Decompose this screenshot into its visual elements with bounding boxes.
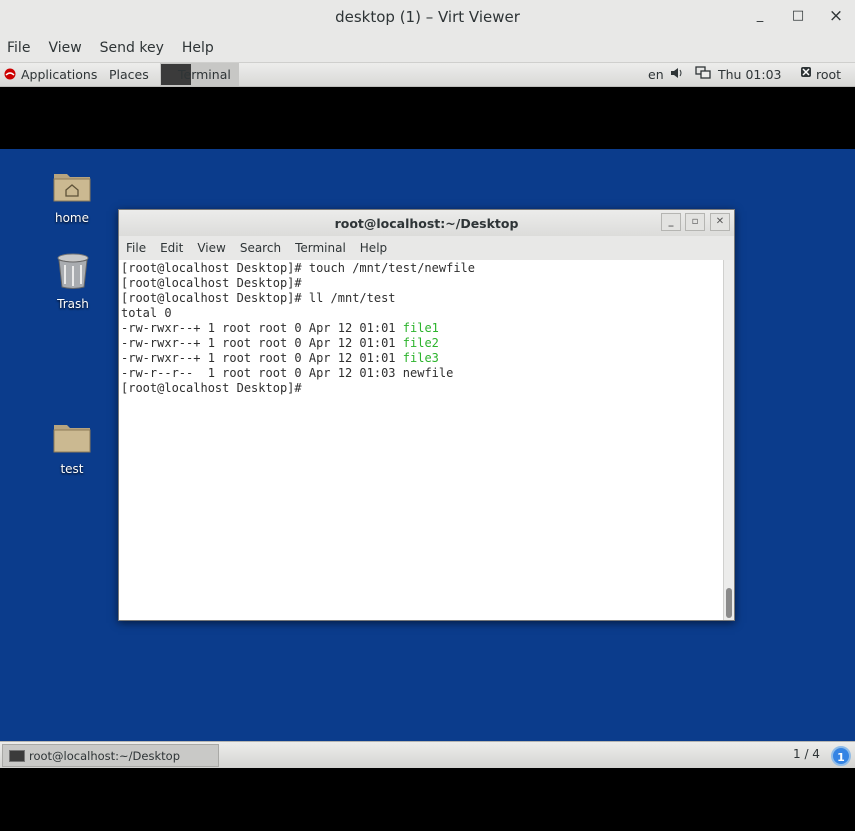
terminal-menu-search[interactable]: Search bbox=[240, 241, 281, 255]
applications-menu[interactable]: Applications bbox=[21, 67, 97, 82]
terminal-output[interactable]: [root@localhost Desktop]# touch /mnt/tes… bbox=[119, 260, 724, 620]
terminal-window-icon bbox=[9, 750, 25, 762]
file-listing-meta: -rw-rwxr--+ 1 root root 0 Apr 12 01:01 bbox=[121, 321, 403, 335]
menu-view[interactable]: View bbox=[48, 40, 81, 56]
terminal-menu-view[interactable]: View bbox=[197, 241, 225, 255]
desktop-icon-label: test bbox=[60, 462, 84, 476]
user-menu[interactable]: root bbox=[816, 67, 841, 82]
language-indicator[interactable]: en bbox=[648, 67, 664, 82]
terminal-line: -rw-rwxr--+ 1 root root 0 Apr 12 01:01 f… bbox=[121, 321, 722, 336]
terminal-titlebar[interactable]: root@localhost:~/Desktop _ ▫ ✕ bbox=[119, 210, 734, 236]
minimize-button[interactable]: _ bbox=[750, 6, 770, 26]
menu-send-key[interactable]: Send key bbox=[100, 40, 164, 56]
home-folder-icon bbox=[53, 174, 91, 202]
folder-icon bbox=[53, 425, 91, 453]
terminal-menu-help[interactable]: Help bbox=[360, 241, 387, 255]
applications-icon bbox=[4, 68, 16, 83]
terminal-window[interactable]: root@localhost:~/Desktop _ ▫ ✕ File Edit… bbox=[118, 209, 735, 621]
gnome-bottom-panel: root@localhost:~/Desktop 1 / 4 1 bbox=[0, 741, 855, 768]
terminal-minimize-button[interactable]: _ bbox=[661, 213, 681, 231]
file-listing-meta: -rw-rwxr--+ 1 root root 0 Apr 12 01:01 bbox=[121, 336, 403, 350]
desktop-icon-label: Trash bbox=[57, 297, 89, 311]
maximize-button[interactable]: □ bbox=[788, 6, 808, 26]
window-list-label: root@localhost:~/Desktop bbox=[29, 749, 180, 763]
workspace-indicator[interactable]: 1 / 4 bbox=[793, 747, 820, 761]
desktop-icon-label: home bbox=[54, 211, 90, 225]
window-title: desktop (1) – Virt Viewer bbox=[335, 7, 520, 26]
file-name: file2 bbox=[402, 336, 439, 350]
network-icon[interactable] bbox=[695, 66, 711, 83]
menu-help[interactable]: Help bbox=[182, 40, 214, 56]
user-icon bbox=[800, 66, 812, 81]
close-button[interactable]: × bbox=[826, 6, 846, 26]
taskbar-terminal-label: Terminal bbox=[178, 67, 231, 82]
terminal-line: [root@localhost Desktop]# bbox=[121, 276, 302, 290]
terminal-line: [root@localhost Desktop]# bbox=[121, 381, 302, 395]
file-name: file1 bbox=[402, 321, 439, 335]
terminal-line: -rw-rwxr--+ 1 root root 0 Apr 12 01:01 f… bbox=[121, 336, 722, 351]
terminal-line: -rw-r--r-- 1 root root 0 Apr 12 01:03 ne… bbox=[121, 366, 722, 381]
terminal-title: root@localhost:~/Desktop bbox=[334, 215, 519, 231]
terminal-close-button[interactable]: ✕ bbox=[710, 213, 730, 231]
terminal-line: total 0 bbox=[121, 306, 172, 320]
scrollbar-thumb[interactable] bbox=[726, 588, 732, 618]
terminal-menu-file[interactable]: File bbox=[126, 241, 146, 255]
terminal-line: -rw-rwxr--+ 1 root root 0 Apr 12 01:01 f… bbox=[121, 351, 722, 366]
terminal-scrollbar[interactable] bbox=[723, 260, 734, 620]
terminal-menu-edit[interactable]: Edit bbox=[160, 241, 183, 255]
window-titlebar: desktop (1) – Virt Viewer _ □ × bbox=[0, 0, 855, 33]
desktop-icon-test[interactable]: test bbox=[42, 419, 102, 476]
file-name: newfile bbox=[402, 366, 454, 380]
terminal-line: [root@localhost Desktop]# ll /mnt/test bbox=[121, 291, 396, 305]
file-listing-meta: -rw-rwxr--+ 1 root root 0 Apr 12 01:01 bbox=[121, 351, 403, 365]
menu-file[interactable]: File bbox=[7, 40, 30, 56]
window-list-item[interactable]: root@localhost:~/Desktop bbox=[2, 744, 219, 767]
menubar: File View Send key Help bbox=[0, 33, 855, 63]
terminal-maximize-button[interactable]: ▫ bbox=[685, 213, 705, 231]
clock[interactable]: Thu 01:03 bbox=[718, 67, 781, 82]
taskbar-terminal[interactable]: Terminal bbox=[160, 63, 239, 86]
terminal-menu-terminal[interactable]: Terminal bbox=[295, 241, 346, 255]
places-menu[interactable]: Places bbox=[109, 67, 149, 82]
terminal-line: [root@localhost Desktop]# touch /mnt/tes… bbox=[121, 261, 476, 275]
trash-icon bbox=[57, 253, 89, 289]
gnome-top-panel: Applications Places Terminal en Thu 01:0… bbox=[0, 63, 855, 87]
desktop-icon-trash[interactable]: Trash bbox=[43, 252, 103, 311]
volume-icon[interactable] bbox=[670, 66, 684, 83]
notification-badge[interactable]: 1 bbox=[831, 746, 851, 766]
terminal-menubar: File Edit View Search Terminal Help bbox=[119, 236, 734, 260]
file-listing-meta: -rw-r--r-- 1 root root 0 Apr 12 01:03 bbox=[121, 366, 403, 380]
desktop-icon-home[interactable]: home bbox=[42, 168, 102, 225]
file-name: file3 bbox=[402, 351, 439, 365]
